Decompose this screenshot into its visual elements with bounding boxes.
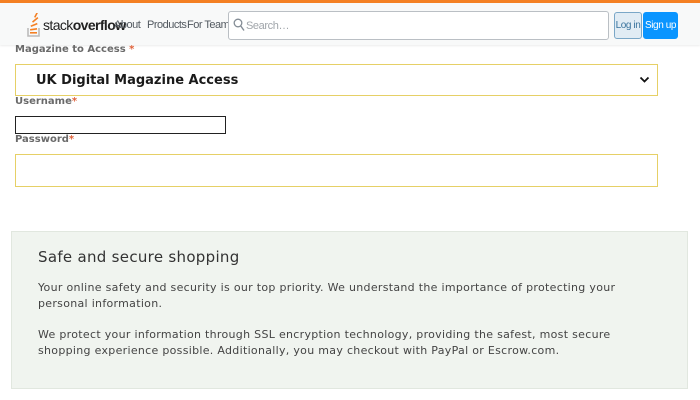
top-bar: stackoverflow About Products For Teams L… xyxy=(0,0,700,45)
login-button[interactable]: Log in xyxy=(614,12,642,39)
nav-products[interactable]: Products xyxy=(147,19,187,31)
secure-paragraph-2: We protect your information through SSL … xyxy=(38,328,611,357)
secure-paragraph-1: Your online safety and security is our t… xyxy=(38,281,616,310)
secure-shopping-title: Safe and secure shopping xyxy=(38,248,240,266)
site-logo[interactable]: stackoverflow xyxy=(27,11,126,39)
search-icon xyxy=(233,18,245,31)
username-label: Username* xyxy=(15,96,78,107)
nav-about[interactable]: About xyxy=(114,19,141,31)
password-input[interactable] xyxy=(15,154,658,187)
signup-button[interactable]: Sign up xyxy=(643,12,678,39)
password-label: Password* xyxy=(15,134,75,145)
required-marker: * xyxy=(71,96,78,107)
search-input[interactable] xyxy=(246,13,596,38)
required-marker: * xyxy=(68,134,75,145)
required-marker: * xyxy=(129,44,135,55)
search-box[interactable] xyxy=(228,11,609,40)
stackoverflow-logo-icon xyxy=(27,13,40,37)
username-input[interactable] xyxy=(15,116,226,134)
secure-shopping-panel: Safe and secure shopping Your online saf… xyxy=(11,231,688,389)
magazine-label: Magazine to Access * xyxy=(15,44,135,55)
magazine-select[interactable]: UK Digital Magazine Access xyxy=(15,64,658,96)
magazine-selected-value: UK Digital Magazine Access xyxy=(36,73,239,88)
chevron-down-icon xyxy=(639,76,650,83)
